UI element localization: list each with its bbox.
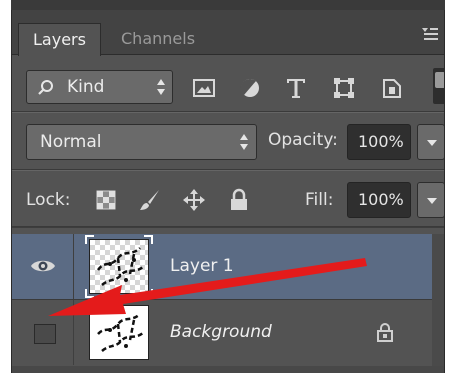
chevron-updown-icon bbox=[156, 79, 166, 95]
filter-kind-select[interactable]: Kind bbox=[26, 70, 173, 104]
smart-object-filter-icon[interactable] bbox=[380, 76, 404, 100]
lock-image-icon[interactable] bbox=[138, 188, 162, 212]
blend-mode-label: Normal bbox=[40, 132, 102, 152]
opacity-label: Opacity: bbox=[268, 130, 338, 150]
type-filter-icon[interactable] bbox=[284, 76, 308, 100]
background-thumbnail bbox=[89, 305, 149, 360]
layers-panel: Layers Channels Kind Normal Opacity: 100… bbox=[11, 10, 445, 373]
lock-label: Lock: bbox=[26, 190, 71, 210]
visibility-cell[interactable] bbox=[12, 300, 74, 365]
opacity-dropdown-button[interactable] bbox=[417, 124, 444, 160]
tab-layers[interactable]: Layers bbox=[18, 23, 101, 56]
opacity-field[interactable]: 100% bbox=[347, 124, 411, 160]
shape-filter-icon[interactable] bbox=[332, 76, 356, 100]
tab-bar: Layers Channels bbox=[12, 10, 444, 56]
filter-toggle-switch[interactable] bbox=[433, 68, 444, 104]
image-filter-icon[interactable] bbox=[192, 76, 216, 100]
fill-field[interactable]: 100% bbox=[347, 182, 411, 218]
lock-transparent-icon[interactable] bbox=[94, 188, 118, 212]
fill-dropdown-button[interactable] bbox=[417, 182, 444, 218]
filter-kind-label: Kind bbox=[67, 77, 105, 97]
layer-name[interactable]: Layer 1 bbox=[170, 234, 234, 299]
lock-all-icon[interactable] bbox=[227, 188, 251, 212]
layer-row-layer-1[interactable]: Layer 1 bbox=[12, 234, 432, 299]
visibility-toggle-box[interactable] bbox=[34, 324, 56, 344]
chevron-updown-icon bbox=[239, 134, 249, 150]
eye-icon[interactable] bbox=[30, 257, 56, 275]
adjustment-filter-icon[interactable] bbox=[238, 76, 262, 100]
panel-menu-icon[interactable] bbox=[418, 28, 438, 44]
divider bbox=[12, 227, 444, 228]
layer-name[interactable]: Background bbox=[170, 300, 272, 365]
visibility-cell[interactable] bbox=[12, 234, 74, 299]
layers-scrollbar[interactable] bbox=[432, 234, 444, 373]
tab-channels[interactable]: Channels bbox=[107, 23, 209, 55]
lock-position-icon[interactable] bbox=[182, 188, 206, 212]
divider bbox=[12, 112, 444, 113]
layer-lock-icon bbox=[377, 323, 393, 342]
top-strip bbox=[11, 0, 445, 10]
layer-row-background[interactable]: Background bbox=[12, 300, 432, 365]
blend-mode-select[interactable]: Normal bbox=[26, 124, 257, 160]
divider bbox=[12, 299, 432, 300]
fill-label: Fill: bbox=[305, 190, 334, 210]
panel-bottom-strip bbox=[12, 366, 444, 373]
layer-1-thumbnail bbox=[89, 239, 149, 294]
search-icon bbox=[38, 80, 53, 95]
divider bbox=[12, 170, 444, 171]
